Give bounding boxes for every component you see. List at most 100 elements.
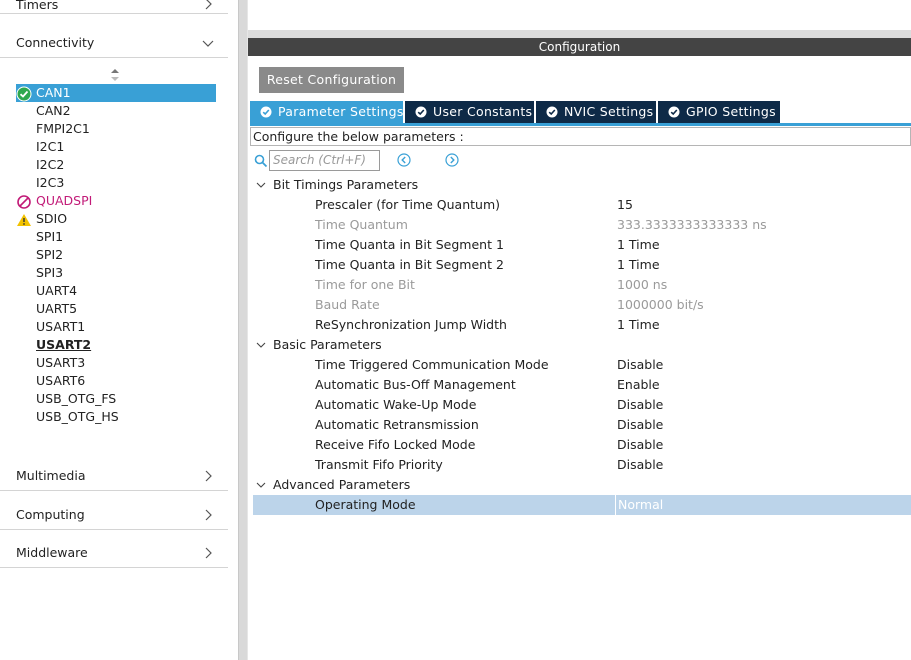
- parameter-group[interactable]: Basic Parameters: [253, 335, 911, 355]
- configuration-panel: Configuration Reset Configuration Parame…: [248, 0, 911, 660]
- category-middleware[interactable]: Middleware: [0, 532, 228, 568]
- parameter-value[interactable]: 1 Time: [617, 235, 660, 255]
- chevron-down-icon[interactable]: [256, 480, 266, 490]
- peripheral-label: UART4: [36, 283, 78, 298]
- parameter-value[interactable]: 15: [617, 195, 633, 215]
- parameter-name: Time for one Bit: [315, 277, 415, 292]
- peripheral-item-spi2[interactable]: SPI2: [16, 246, 216, 264]
- parameter-value[interactable]: Disable: [617, 415, 663, 435]
- parameter-name: Time Quanta in Bit Segment 1: [315, 237, 504, 252]
- peripheral-item-usart3[interactable]: USART3: [16, 354, 216, 372]
- category-computing[interactable]: Computing: [0, 494, 228, 530]
- peripheral-item-usart6[interactable]: USART6: [16, 372, 216, 390]
- parameter-name: Operating Mode: [315, 497, 416, 512]
- search-input[interactable]: Search (Ctrl+F): [269, 150, 380, 171]
- peripheral-item-usart1[interactable]: USART1: [16, 318, 216, 336]
- category-timers[interactable]: Timers: [0, 0, 228, 14]
- panel-separator: [248, 30, 911, 38]
- parameter-name: Automatic Retransmission: [315, 417, 479, 432]
- peripheral-item-can2[interactable]: CAN2: [16, 102, 216, 120]
- parameter-row[interactable]: Prescaler (for Time Quantum) 15: [253, 195, 911, 215]
- peripheral-item-sdio[interactable]: SDIO: [16, 210, 216, 228]
- peripheral-item-usart2[interactable]: USART2: [16, 336, 216, 354]
- peripheral-label: I2C3: [36, 175, 65, 190]
- parameter-value[interactable]: 1 Time: [617, 255, 660, 275]
- peripheral-item-i2c2[interactable]: I2C2: [16, 156, 216, 174]
- peripheral-item-uart4[interactable]: UART4: [16, 282, 216, 300]
- peripheral-item-usb-otg-fs[interactable]: USB_OTG_FS: [16, 390, 216, 408]
- parameter-value[interactable]: 1 Time: [617, 315, 660, 335]
- parameter-row[interactable]: Time Quanta in Bit Segment 2 1 Time: [253, 255, 911, 275]
- chevron-right-icon: [205, 0, 212, 10]
- parameter-row[interactable]: Automatic Wake-Up Mode Disable: [253, 395, 911, 415]
- parameter-value[interactable]: Disable: [617, 395, 663, 415]
- parameter-value[interactable]: Disable: [617, 455, 663, 475]
- peripheral-label: CAN1: [36, 85, 71, 100]
- parameter-row[interactable]: Time Triggered Communication Mode Disable: [253, 355, 911, 375]
- peripheral-item-fmpi2c1[interactable]: FMPI2C1: [16, 120, 216, 138]
- chevron-down-icon[interactable]: [256, 180, 266, 190]
- group-label: Advanced Parameters: [273, 477, 411, 492]
- parameter-value[interactable]: Disable: [617, 435, 663, 455]
- previous-circle-icon[interactable]: [397, 153, 411, 167]
- check-circle-icon: [546, 106, 558, 118]
- peripheral-item-spi1[interactable]: SPI1: [16, 228, 216, 246]
- reset-configuration-button[interactable]: Reset Configuration: [259, 67, 404, 93]
- peripheral-item-i2c3[interactable]: I2C3: [16, 174, 216, 192]
- parameter-row[interactable]: Time for one Bit 1000 ns: [253, 275, 911, 295]
- parameter-row[interactable]: Automatic Bus-Off Management Enable: [253, 375, 911, 395]
- parameter-name: ReSynchronization Jump Width: [315, 317, 507, 332]
- configuration-title: Configuration: [248, 38, 911, 56]
- peripheral-item-can1[interactable]: CAN1: [16, 84, 216, 102]
- parameter-value[interactable]: Disable: [617, 355, 663, 375]
- parameter-row[interactable]: Time Quantum 333.3333333333333 ns: [253, 215, 911, 235]
- parameter-row[interactable]: ReSynchronization Jump Width 1 Time: [253, 315, 911, 335]
- parameter-name: Automatic Wake-Up Mode: [315, 397, 477, 412]
- forbidden-icon: [17, 195, 31, 209]
- category-multimedia[interactable]: Multimedia: [0, 455, 228, 491]
- tab-label: User Constants: [433, 104, 533, 119]
- sort-icon[interactable]: [109, 68, 121, 82]
- parameter-value[interactable]: Normal: [615, 495, 663, 515]
- parameter-row[interactable]: Transmit Fifo Priority Disable: [253, 455, 911, 475]
- peripheral-label: USB_OTG_HS: [36, 409, 119, 424]
- category-label: Multimedia: [16, 468, 86, 483]
- parameter-row[interactable]: Operating Mode Normal: [253, 495, 911, 515]
- peripheral-item-spi3[interactable]: SPI3: [16, 264, 216, 282]
- category-connectivity[interactable]: Connectivity: [0, 22, 228, 58]
- peripheral-item-usb-otg-hs[interactable]: USB_OTG_HS: [16, 408, 216, 426]
- peripheral-label: I2C2: [36, 157, 65, 172]
- category-label: Connectivity: [16, 35, 95, 50]
- parameter-row[interactable]: Receive Fifo Locked Mode Disable: [253, 435, 911, 455]
- category-label: Middleware: [16, 545, 88, 560]
- splitter-handle[interactable]: [238, 0, 248, 660]
- chevron-right-icon: [205, 547, 212, 559]
- next-circle-icon[interactable]: [445, 153, 459, 167]
- tab-user-constants[interactable]: User Constants: [405, 101, 534, 123]
- category-label: Timers: [16, 0, 59, 12]
- parameter-name: Time Quantum: [315, 217, 408, 232]
- tab-parameter-settings[interactable]: Parameter Settings: [250, 101, 403, 123]
- peripheral-item-i2c1[interactable]: I2C1: [16, 138, 216, 156]
- search-icon: [254, 154, 268, 168]
- peripheral-item-quadspi[interactable]: QUADSPI: [16, 192, 216, 210]
- check-circle-icon: [260, 106, 272, 118]
- parameter-name: Baud Rate: [315, 297, 380, 312]
- parameter-value: 1000 ns: [617, 277, 668, 292]
- peripheral-label: USART2: [36, 337, 92, 352]
- peripheral-label: USB_OTG_FS: [36, 391, 117, 406]
- chevron-right-icon: [205, 470, 212, 482]
- peripheral-item-uart5[interactable]: UART5: [16, 300, 216, 318]
- parameter-name: Automatic Bus-Off Management: [315, 377, 516, 392]
- parameter-group[interactable]: Bit Timings Parameters: [253, 175, 911, 195]
- tab-nvic-settings[interactable]: NVIC Settings: [536, 101, 656, 123]
- tab-gpio-settings[interactable]: GPIO Settings: [658, 101, 780, 123]
- parameter-row[interactable]: Baud Rate 1000000 bit/s: [253, 295, 911, 315]
- parameter-group[interactable]: Advanced Parameters: [253, 475, 911, 495]
- peripheral-label: USART1: [36, 319, 86, 334]
- group-label: Basic Parameters: [273, 337, 382, 352]
- parameter-row[interactable]: Time Quanta in Bit Segment 1 1 Time: [253, 235, 911, 255]
- parameter-value[interactable]: Enable: [617, 375, 660, 395]
- parameter-row[interactable]: Automatic Retransmission Disable: [253, 415, 911, 435]
- chevron-down-icon[interactable]: [256, 340, 266, 350]
